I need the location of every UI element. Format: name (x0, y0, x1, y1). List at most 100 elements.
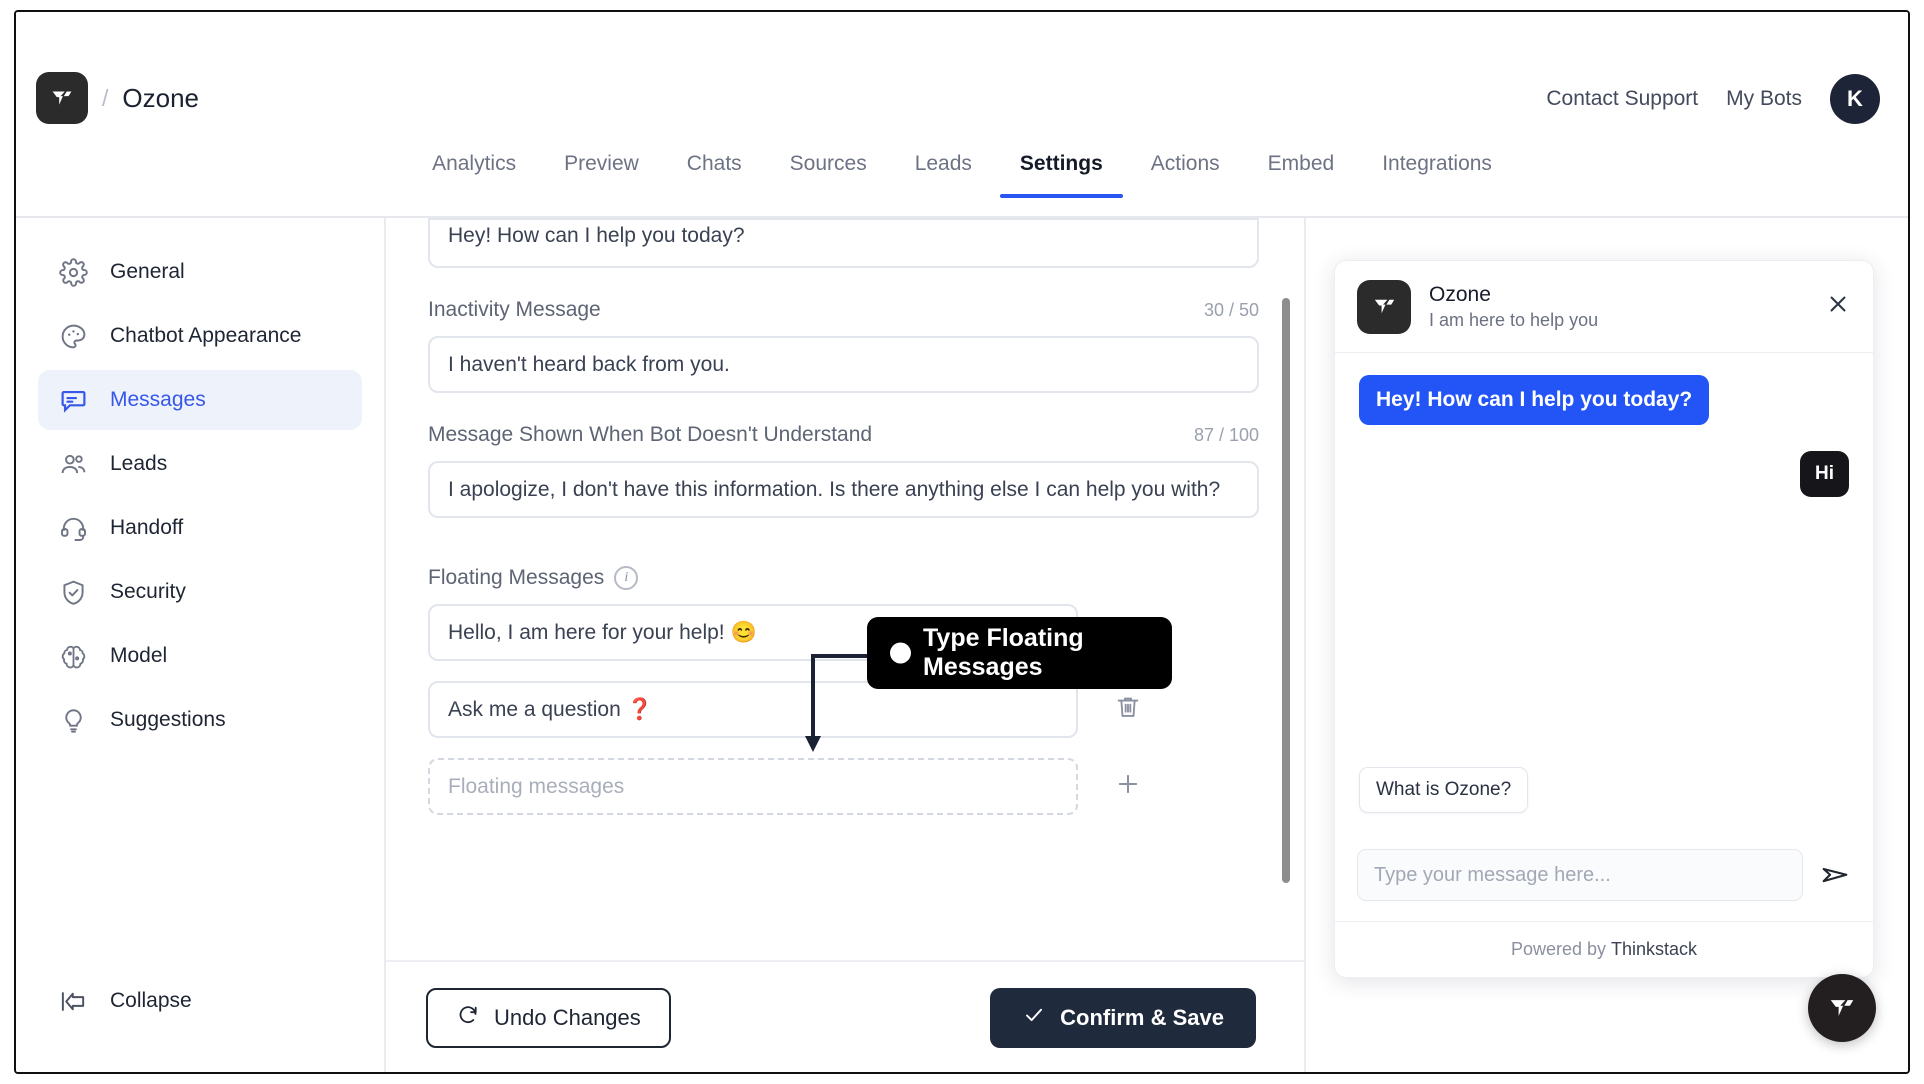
form-footer: Undo Changes Confirm & Save (386, 962, 1304, 1072)
floating-messages-label-text: Floating Messages (428, 566, 605, 589)
form-scroll-area: Hey! How can I help you today? Inactivit… (386, 218, 1304, 962)
sidebar-item-chatbot-appearance[interactable]: Chatbot Appearance (38, 306, 362, 366)
sidebar-item-label: Handoff (110, 516, 184, 539)
suggestion-chip[interactable]: What is Ozone? (1359, 767, 1529, 813)
add-floating-message-button[interactable] (1078, 770, 1178, 803)
form-scrollbar[interactable] (1282, 240, 1290, 950)
chat-input-row: Type your message here... (1335, 829, 1873, 921)
avatar[interactable]: K (1830, 74, 1880, 124)
close-icon[interactable] (1825, 291, 1851, 322)
breadcrumb: / Ozone (36, 72, 199, 124)
gear-icon (58, 257, 88, 287)
fallback-message-input[interactable]: I apologize, I don't have this informati… (428, 461, 1259, 518)
sidebar-item-label: General (110, 260, 185, 283)
contact-support-link[interactable]: Contact Support (1546, 87, 1698, 111)
my-bots-link[interactable]: My Bots (1726, 87, 1802, 111)
welcome-message-input[interactable]: Hey! How can I help you today? (428, 218, 1259, 268)
undo-changes-label: Undo Changes (494, 1005, 641, 1030)
thinkstack-logo-icon (1357, 279, 1411, 334)
chat-message-input[interactable]: Type your message here... (1357, 849, 1803, 901)
sidebar-item-model[interactable]: Model (38, 626, 362, 686)
tab-actions[interactable]: Actions (1127, 138, 1244, 196)
inactivity-char-count: 30 / 50 (1203, 299, 1259, 320)
info-icon[interactable]: i (614, 566, 639, 590)
chat-widget-subtitle: I am here to help you (1429, 309, 1599, 330)
main-tab-nav: Analytics Preview Chats Sources Leads Se… (16, 138, 1908, 218)
sidebar-item-handoff[interactable]: Handoff (38, 498, 362, 558)
welcome-message-field: Hey! How can I help you today? (428, 218, 1259, 268)
message-icon (58, 385, 88, 415)
callout-dot-icon (890, 642, 911, 664)
tab-integrations[interactable]: Integrations (1358, 138, 1516, 196)
collapse-left-icon (58, 986, 88, 1016)
application-window: / Ozone Contact Support My Bots K Analyt… (14, 10, 1910, 1074)
chat-widget-titles: Ozone I am here to help you (1429, 283, 1598, 331)
callout-line-1: Type Floating (923, 624, 1084, 653)
sidebar-item-suggestions[interactable]: Suggestions (38, 690, 362, 750)
confirm-save-label: Confirm & Save (1060, 1005, 1224, 1030)
sidebar-item-label: Model (110, 644, 168, 667)
plus-icon (1114, 770, 1142, 803)
tab-sources[interactable]: Sources (766, 138, 891, 196)
sidebar-item-label: Security (110, 580, 186, 603)
top-header: / Ozone Contact Support My Bots K (16, 12, 1908, 138)
user-message-bubble: Hi (1800, 451, 1849, 497)
floating-message-new-input[interactable]: Floating messages (428, 758, 1078, 815)
bot-message-bubble: Hey! How can I help you today? (1359, 375, 1710, 425)
thinkstack-logo-icon[interactable] (36, 72, 88, 124)
tab-settings[interactable]: Settings (996, 138, 1127, 198)
undo-changes-button[interactable]: Undo Changes (426, 988, 671, 1048)
inactivity-message-label: Inactivity Message (428, 298, 601, 321)
inactivity-message-input[interactable]: I haven't heard back from you. (428, 336, 1259, 393)
powered-by-brand: Thinkstack (1611, 939, 1698, 959)
powered-by-label: Powered by (1510, 939, 1607, 959)
callout-line-2: Messages (923, 653, 1043, 681)
headset-icon (58, 513, 88, 543)
floating-messages-header: Floating Messages i (428, 566, 1259, 590)
chat-widget: Ozone I am here to help you Hey! How can… (1334, 260, 1874, 978)
chat-message-list: Hey! How can I help you today? Hi What i… (1335, 353, 1873, 829)
fallback-char-count: 87 / 100 (1193, 424, 1259, 445)
chat-widget-footer: Powered by Thinkstack (1335, 921, 1873, 977)
check-icon (1022, 1003, 1046, 1033)
collapse-label: Collapse (110, 989, 192, 1012)
users-icon (58, 449, 88, 479)
confirm-save-button[interactable]: Confirm & Save (990, 988, 1256, 1048)
floating-messages-label: Floating Messages i (428, 566, 639, 590)
form-scrollbar-thumb[interactable] (1282, 298, 1290, 883)
fallback-message-field: Message Shown When Bot Doesn't Understan… (428, 423, 1259, 518)
send-icon[interactable] (1819, 859, 1851, 891)
tab-preview[interactable]: Preview (540, 138, 663, 196)
sidebar-item-security[interactable]: Security (38, 562, 362, 622)
floating-message-new-row: Floating messages (428, 758, 1259, 815)
settings-sidebar: General Chatbot Appearance Messages Lead… (16, 218, 386, 1072)
sidebar-item-label: Leads (110, 452, 168, 475)
sidebar-item-label: Chatbot Appearance (110, 324, 302, 347)
brain-icon (58, 641, 88, 671)
chat-widget-title: Ozone (1429, 282, 1491, 306)
tab-analytics[interactable]: Analytics (408, 138, 540, 196)
sidebar-item-general[interactable]: General (38, 242, 362, 302)
callout-tooltip: Type Floating Messages (867, 617, 1172, 689)
breadcrumb-separator: / (102, 84, 109, 111)
tab-leads[interactable]: Leads (891, 138, 996, 196)
floating-message-input-2[interactable]: Ask me a question ❓ (428, 681, 1078, 738)
tab-embed[interactable]: Embed (1244, 138, 1359, 196)
callout-text: Type Floating Messages (923, 624, 1084, 682)
delete-floating-message-2[interactable] (1078, 693, 1178, 726)
bulb-icon (58, 705, 88, 735)
chat-preview-pane: Ozone I am here to help you Hey! How can… (1306, 218, 1908, 1072)
sidebar-item-messages[interactable]: Messages (38, 370, 362, 430)
palette-icon (58, 321, 88, 351)
header-actions: Contact Support My Bots K (1546, 74, 1880, 124)
trash-icon (1114, 693, 1142, 726)
thinkstack-logo-icon (1830, 1000, 1854, 1016)
sidebar-item-label: Suggestions (110, 708, 226, 731)
inactivity-message-header: Inactivity Message 30 / 50 (428, 298, 1259, 322)
page-title: Ozone (122, 82, 199, 113)
tab-chats[interactable]: Chats (663, 138, 766, 196)
sidebar-item-leads[interactable]: Leads (38, 434, 362, 494)
fallback-message-header: Message Shown When Bot Doesn't Understan… (428, 423, 1259, 447)
chat-launcher-button[interactable] (1808, 974, 1876, 1042)
collapse-sidebar-button[interactable]: Collapse (38, 976, 212, 1026)
